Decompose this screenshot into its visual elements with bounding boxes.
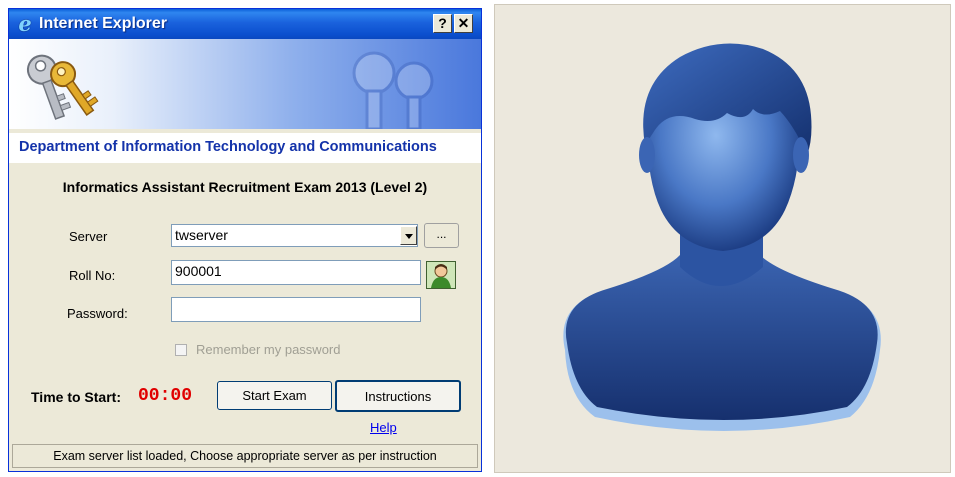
- chevron-down-icon[interactable]: [400, 226, 417, 245]
- password-input[interactable]: [171, 297, 421, 322]
- avatar-frame: [494, 4, 951, 473]
- countdown-timer: 00:00: [138, 386, 193, 406]
- server-value: twserver: [175, 227, 228, 243]
- keys-icon: [26, 54, 99, 120]
- title-bar[interactable]: e Internet Explorer ? ✕: [9, 9, 481, 39]
- server-label: Server: [69, 229, 108, 244]
- internet-explorer-icon: e: [18, 11, 32, 36]
- status-bar: Exam server list loaded, Choose appropri…: [12, 444, 478, 468]
- remember-password-label: Remember my password: [196, 342, 341, 357]
- close-button[interactable]: ✕: [454, 14, 473, 33]
- rollno-label: Roll No:: [69, 268, 116, 283]
- help-link[interactable]: Help: [370, 420, 397, 435]
- server-select[interactable]: twserver: [171, 224, 418, 247]
- user-icon: [427, 262, 455, 288]
- select-user-button[interactable]: [426, 261, 456, 289]
- exam-title: Informatics Assistant Recruitment Exam 2…: [62, 179, 428, 195]
- rollno-value: 900001: [175, 263, 222, 279]
- header-banner: [9, 39, 481, 129]
- status-text: Exam server list loaded, Choose appropri…: [53, 449, 437, 463]
- start-exam-button[interactable]: Start Exam: [217, 381, 332, 410]
- instructions-button[interactable]: Instructions: [335, 380, 461, 412]
- login-dialog: e Internet Explorer ? ✕ Department of In…: [8, 8, 482, 472]
- password-label: Password:: [67, 306, 128, 321]
- time-to-start-label: Time to Start:: [31, 389, 121, 405]
- keys-watermark-icon: [352, 51, 434, 129]
- browse-servers-button[interactable]: ...: [424, 223, 459, 248]
- window-title: Internet Explorer: [39, 15, 168, 32]
- close-icon: ✕: [457, 15, 470, 31]
- user-avatar-icon: [563, 43, 881, 431]
- remember-password-checkbox[interactable]: [175, 344, 187, 356]
- department-name: Department of Information Technology and…: [19, 139, 437, 155]
- avatar-panel: [490, 0, 955, 477]
- rollno-input[interactable]: 900001: [171, 260, 421, 285]
- help-button[interactable]: ?: [433, 14, 452, 33]
